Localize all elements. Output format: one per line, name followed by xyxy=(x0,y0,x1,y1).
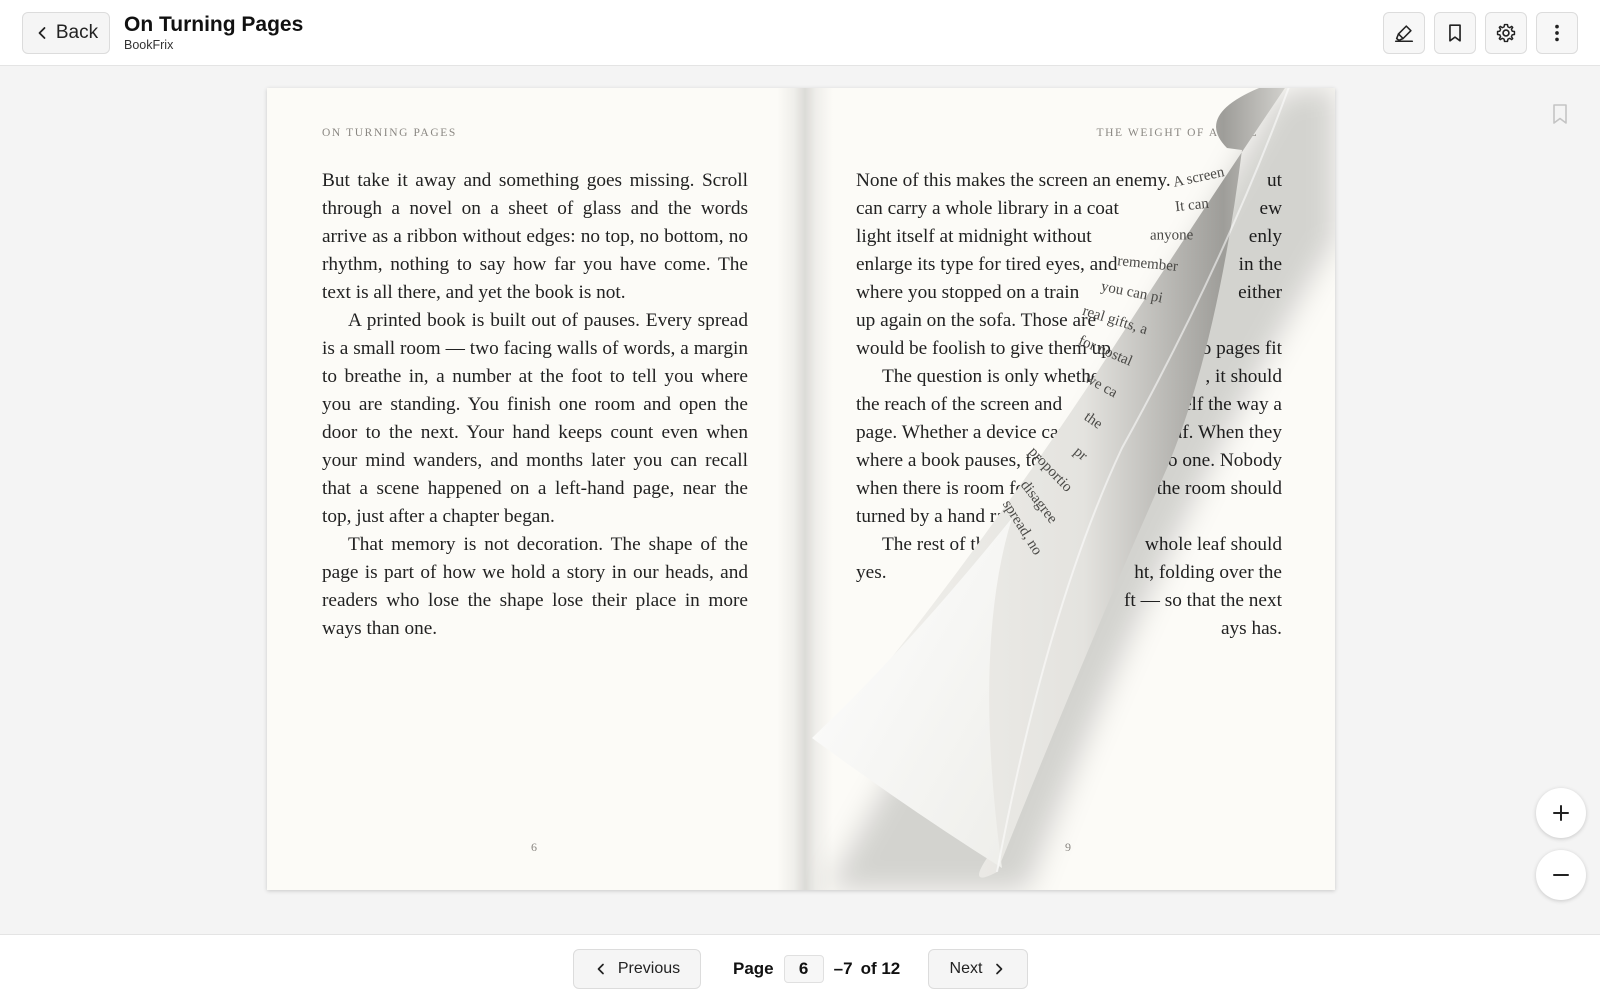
text-line: None of this makes the screen an enemy. u… xyxy=(856,167,1282,195)
chevron-left-icon xyxy=(594,962,608,976)
left-page-text: But take it away and something goes miss… xyxy=(322,167,748,643)
back-label: Back xyxy=(55,22,99,43)
line-start: would be foolish to give them up xyxy=(856,338,1111,359)
more-options-button[interactable] xyxy=(1536,12,1578,54)
line-start: The question is only whether xyxy=(882,366,1106,387)
line-start: where you stopped on a train xyxy=(856,282,1080,303)
top-toolbar: Back On Turning Pages BookFrix xyxy=(0,0,1600,66)
chevron-right-icon xyxy=(992,962,1006,976)
app-name: BookFrix xyxy=(124,38,174,52)
more-vertical-icon xyxy=(1546,22,1568,44)
line-end: ew xyxy=(1259,198,1282,219)
text-line: light itself at midnight without enly xyxy=(856,223,1282,251)
right-running-head: The Weight of a Page xyxy=(1096,127,1258,139)
highlight-button[interactable] xyxy=(1383,12,1425,54)
next-page-button[interactable]: Next xyxy=(928,949,1028,989)
bookmark-icon xyxy=(1444,22,1466,44)
text-line: where a book pauses, to lav to one. Nobod… xyxy=(856,447,1282,475)
right-page-text: None of this makes the screen an enemy. u… xyxy=(856,167,1282,643)
highlight-icon xyxy=(1393,22,1415,44)
text-line: the reach of the screen and elf the way a xyxy=(856,391,1282,419)
line-end: enly xyxy=(1248,226,1282,247)
book-title: On Turning Pages xyxy=(124,13,304,36)
text-line: where you stopped on a train either xyxy=(856,279,1282,307)
book-spread[interactable]: On Turning Pages But take it away and so… xyxy=(267,88,1335,890)
line-end: af. When they xyxy=(1173,422,1282,443)
text-line: The rest of th whole leaf should xyxy=(856,531,1282,559)
text-line: enlarge its type for tired eyes, and in t… xyxy=(856,251,1282,279)
left-page-number: 6 xyxy=(531,840,537,854)
line-start: where a book pauses, to lav xyxy=(856,450,1070,471)
text-line: would be foolish to give them up o pages … xyxy=(856,335,1282,363)
line-end: ut xyxy=(1267,170,1282,191)
line-start: enlarge its type for tired eyes, and xyxy=(856,254,1118,275)
paragraph: But take it away and something goes miss… xyxy=(322,170,748,303)
paragraph: A printed book is built out of pauses. E… xyxy=(322,310,748,527)
text-line: ays has. xyxy=(856,615,1282,643)
title-block: On Turning Pages BookFrix xyxy=(124,13,303,53)
bookmark-button[interactable] xyxy=(1434,12,1476,54)
text-line: The question is only whether , it should xyxy=(856,363,1282,391)
line-end: the room should xyxy=(1156,478,1282,499)
line-start: page. Whether a device can xyxy=(856,422,1069,443)
line-end: o pages fit xyxy=(1201,338,1282,359)
settings-gear-icon xyxy=(1495,22,1517,44)
line-end: ht, folding over the xyxy=(1134,562,1282,583)
text-line: when there is room for the room should xyxy=(856,475,1282,503)
line-start: The rest of th xyxy=(882,534,986,555)
zoom-in-button[interactable] xyxy=(1536,788,1586,838)
line-start: light itself at midnight without xyxy=(856,226,1092,247)
page-number-input[interactable] xyxy=(783,955,824,983)
line-start: when there is room for xyxy=(856,478,1032,499)
left-page[interactable]: On Turning Pages But take it away and so… xyxy=(267,88,801,890)
text-line: can carry a whole library in a coat ew xyxy=(856,195,1282,223)
line-end: either xyxy=(1238,282,1282,303)
text-line: up again on the sofa. Those are xyxy=(856,307,1282,335)
paragraph: That memory is not decoration. The shape… xyxy=(322,534,748,639)
line-end: to one. Nobody xyxy=(1162,450,1282,471)
line-end: ays has. xyxy=(1220,618,1282,639)
line-start: yes. xyxy=(856,562,887,583)
line-start: None of this makes the screen an enemy. xyxy=(856,170,1171,191)
previous-page-button[interactable]: Previous xyxy=(573,949,701,989)
page-range-suffix: –7 xyxy=(833,959,853,978)
text-line: ft — so that the next xyxy=(856,587,1282,615)
right-page-number: 9 xyxy=(1065,840,1071,854)
total-pages: of 12 xyxy=(860,959,901,978)
settings-button[interactable] xyxy=(1485,12,1527,54)
chevron-left-icon xyxy=(34,25,50,41)
line-end: whole leaf should xyxy=(1144,534,1282,555)
text-line: yes. ht, folding over the xyxy=(856,559,1282,587)
text-line: page. Whether a device can af. When they xyxy=(856,419,1282,447)
page-label: Page xyxy=(733,959,774,978)
line-end: in the xyxy=(1238,254,1282,275)
line-start: the reach of the screen and xyxy=(856,394,1063,415)
right-page[interactable]: The Weight of a Page None of this makes … xyxy=(801,88,1335,890)
text-line: turned by a hand rat xyxy=(856,503,1282,531)
line-start: up again on the sofa. Those are xyxy=(856,310,1097,331)
next-label: Next xyxy=(949,960,983,977)
line-end: , it should xyxy=(1205,366,1282,387)
line-end: ft — so that the next xyxy=(1124,590,1282,611)
line-end: elf the way a xyxy=(1182,394,1282,415)
page-indicator: Page –7 of 12 xyxy=(733,949,900,989)
page-bookmark-toggle[interactable] xyxy=(1545,99,1575,129)
plus-icon xyxy=(1551,803,1571,823)
left-running-head: On Turning Pages xyxy=(322,127,457,139)
page-navigation-bar: Previous Page –7 of 12 Next xyxy=(0,934,1600,1000)
zoom-out-button[interactable] xyxy=(1536,850,1586,900)
line-start: can carry a whole library in a coat xyxy=(856,198,1119,219)
back-button[interactable]: Back xyxy=(22,12,110,54)
minus-icon xyxy=(1551,865,1571,885)
previous-label: Previous xyxy=(617,960,681,977)
bookmark-outline-icon xyxy=(1550,103,1570,125)
line-start: turned by a hand rat xyxy=(856,506,1011,527)
